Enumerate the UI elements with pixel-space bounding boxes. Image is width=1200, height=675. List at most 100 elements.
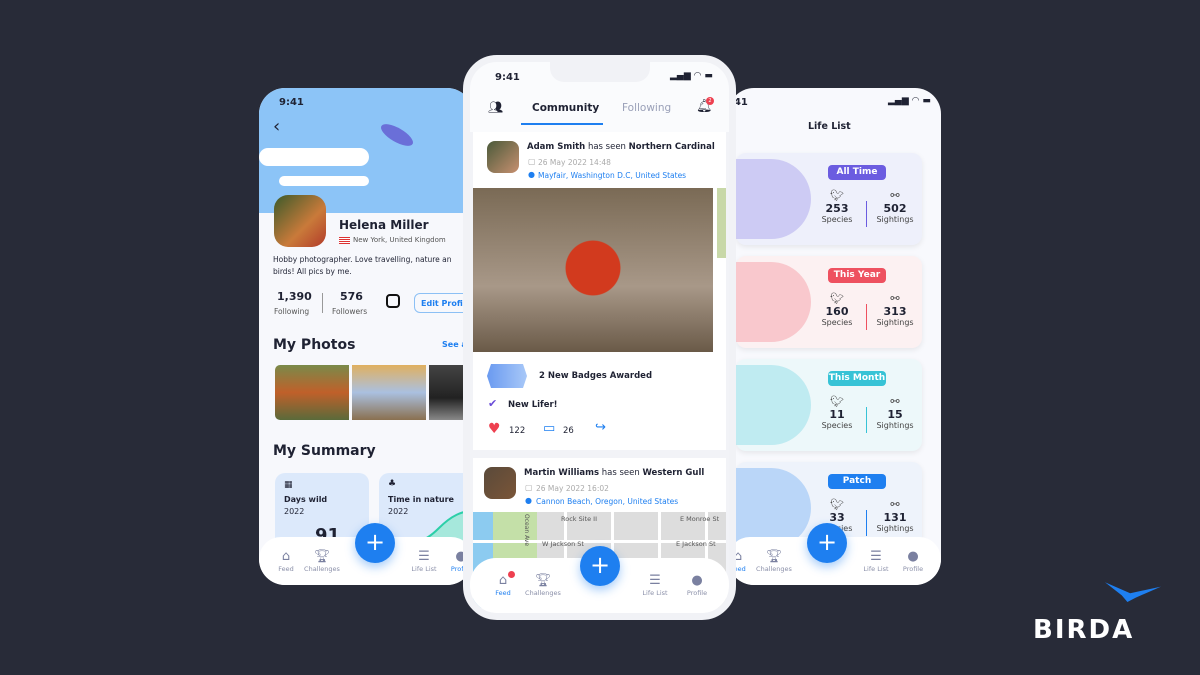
tab-community[interactable]: Community: [532, 102, 599, 114]
profile-location: New York, United Kingdom: [353, 236, 446, 244]
bird-icon: 🐦︎: [830, 189, 844, 202]
species-stat: 🐦︎ 160 Species: [812, 292, 862, 327]
birda-logo-bird-icon: [1105, 582, 1161, 602]
cloud-illustration: [279, 176, 369, 186]
period-badge: This Month: [828, 371, 886, 386]
add-sighting-button[interactable]: +: [355, 523, 395, 563]
instagram-icon[interactable]: [386, 294, 400, 308]
nav-label: Life List: [863, 565, 889, 573]
post-user[interactable]: Martin Williams: [524, 468, 599, 478]
add-sighting-button[interactable]: +: [807, 523, 847, 563]
check-icon: ✔: [488, 397, 498, 410]
nav-challenges[interactable]: 🏆︎ Challenges: [297, 549, 347, 573]
map-label: E Jackson St: [676, 540, 716, 548]
trophy-icon: 🏆︎: [765, 549, 783, 564]
species-stat: 🐦︎ 11 Species: [812, 395, 862, 430]
tab-following[interactable]: Following: [622, 102, 671, 114]
post-date: 26 May 2022 16:02: [536, 484, 609, 493]
lifelist-card[interactable]: This Month 🐦︎ 11 Species ⚯ 15 Sightings: [736, 359, 922, 451]
calendar-icon: ▢: [528, 157, 536, 166]
avatar[interactable]: [487, 141, 519, 173]
birda-logo: BIRDA: [1033, 615, 1135, 645]
map-label: E Monroe St: [680, 515, 720, 523]
post-user[interactable]: Adam Smith: [527, 142, 585, 152]
location-pin-icon: ●: [528, 170, 535, 179]
badges-awarded[interactable]: 2 New Badges Awarded: [539, 371, 652, 381]
lifelist-screen: 9:41 ▂▄▆ ◠ ▬ Life List All Time 🐦︎253Spe…: [728, 88, 941, 585]
nav-label: Life List: [411, 565, 437, 573]
bird-icon: 🐦︎: [830, 498, 844, 511]
profile-screen: 9:41 ‹ Helena Miller New York, United Ki…: [259, 88, 473, 585]
divider: [866, 407, 867, 433]
following-count[interactable]: 1,390: [277, 290, 312, 303]
notification-badge: 2: [706, 97, 714, 105]
post-verb: has seen: [587, 142, 626, 152]
sightings-count: 502: [883, 202, 907, 215]
post-species[interactable]: Northern Cardinal: [629, 142, 715, 152]
sightings-label: Sightings: [876, 215, 914, 224]
species-count: 160: [825, 305, 849, 318]
bird-icon: 🐦︎: [830, 395, 844, 408]
next-photo-peek: [717, 188, 726, 258]
trophy-icon: 🏆︎: [534, 573, 552, 588]
summary-card-title: Days wild: [284, 495, 328, 504]
trophy-icon: 🏆︎: [313, 549, 331, 564]
like-count: 122: [509, 426, 526, 436]
profile-name: Helena Miller: [339, 218, 429, 232]
feed-screen: 9:41 ▂▄▆ ◠ ▬ 👥︎ Community Following 🔔︎ 2…: [463, 55, 736, 620]
heart-icon[interactable]: ♥: [488, 421, 501, 437]
photo-bluejay[interactable]: [352, 365, 426, 420]
lifelist-card[interactable]: This Year 🐦︎ 160 Species ⚯ 313 Sightings: [736, 256, 922, 348]
map-label: Ocean Ave: [523, 514, 530, 547]
summary-card-year: 2022: [284, 507, 305, 516]
add-sighting-button[interactable]: +: [580, 546, 620, 586]
card-illustration: [736, 468, 811, 548]
nav-profile[interactable]: ● Profile: [672, 573, 722, 597]
followers-count[interactable]: 576: [340, 290, 363, 303]
post-card: Adam Smith has seen Northern Cardinal ▢ …: [473, 132, 726, 450]
photo-robin[interactable]: [275, 365, 349, 420]
card-illustration: [736, 262, 811, 342]
calendar-icon: ▦: [284, 480, 293, 490]
comment-icon[interactable]: ▭: [543, 421, 555, 436]
community-people-icon[interactable]: 👥︎: [488, 100, 503, 114]
card-illustration: [736, 159, 811, 239]
nav-label: Life List: [642, 589, 668, 597]
avatar[interactable]: [484, 467, 516, 499]
badge-icon: [487, 364, 527, 388]
sightings-count: 15: [887, 408, 903, 421]
sightings-stat: ⚯ 15 Sightings: [870, 395, 920, 430]
sightings-label: Sightings: [876, 524, 914, 533]
following-label: Following: [274, 307, 310, 316]
post-photo-cardinal[interactable]: [473, 188, 713, 352]
person-icon: ●: [907, 549, 919, 564]
status-time: 9:41: [279, 97, 304, 108]
notification-dot: [508, 571, 515, 578]
species-label: Species: [821, 215, 853, 224]
post-location[interactable]: Mayfair, Washington D.C, United States: [538, 171, 686, 180]
map-label: W Jackson St: [542, 540, 584, 548]
sightings-count: 313: [883, 305, 907, 318]
nav-label: Challenges: [756, 565, 792, 573]
binoculars-icon: ⚯: [890, 498, 900, 511]
share-icon[interactable]: ↪: [595, 420, 606, 435]
profile-bio: birds! All pics by me.: [273, 267, 352, 276]
species-stat: 🐦︎ 253 Species: [812, 189, 862, 224]
bird-icon: 🐦︎: [830, 292, 844, 305]
back-icon[interactable]: ‹: [273, 116, 280, 137]
post-location[interactable]: Cannon Beach, Oregon, United States: [536, 497, 678, 506]
notch: [550, 62, 650, 82]
nav-challenges[interactable]: 🏆︎ Challenges: [518, 573, 568, 597]
nav-label: Profile: [902, 565, 924, 573]
nav-profile[interactable]: ● Profile: [888, 549, 938, 573]
divider: [866, 510, 867, 536]
binoculars-icon: ⚯: [890, 395, 900, 408]
divider: [866, 201, 867, 227]
page-title: Life List: [808, 121, 851, 132]
post-species[interactable]: Western Gull: [642, 468, 704, 478]
period-badge: Patch: [828, 474, 886, 489]
avatar[interactable]: [274, 195, 326, 247]
sightings-label: Sightings: [876, 421, 914, 430]
nav-challenges[interactable]: 🏆︎ Challenges: [749, 549, 799, 573]
lifelist-card[interactable]: All Time 🐦︎ 253 Species ⚯ 502 Sightings: [736, 153, 922, 245]
